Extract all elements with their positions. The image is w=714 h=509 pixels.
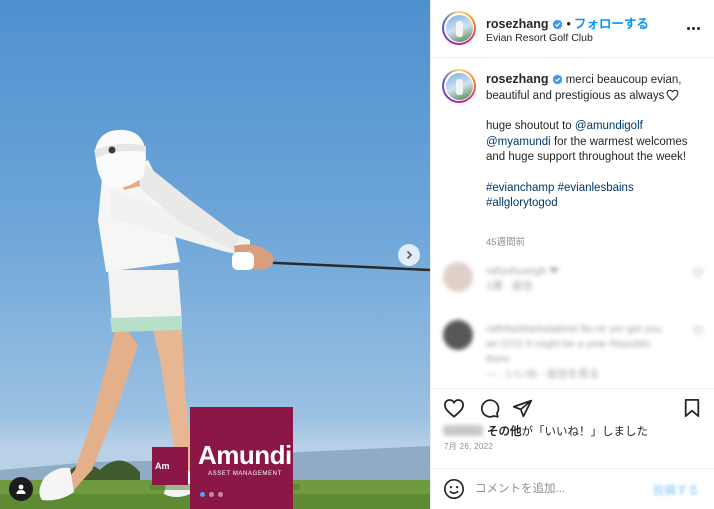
send-icon bbox=[512, 399, 532, 417]
hashtag-allglorytogod[interactable]: #allglorytogod bbox=[486, 197, 558, 209]
sponsor-brand: Amundi bbox=[198, 440, 292, 470]
more-options-button[interactable] bbox=[683, 18, 703, 38]
mention-amundigolf[interactable]: @amundigolf bbox=[575, 120, 643, 132]
comment-item[interactable]: rafiyohuangh ❤ 1週 · 返信 bbox=[431, 258, 714, 304]
tagged-users-button[interactable] bbox=[9, 477, 33, 501]
small-sign-text: Am bbox=[155, 461, 170, 471]
mention-myamundi[interactable]: @myamundi bbox=[486, 136, 551, 148]
comment-meta: — · いいね · 返信を見る bbox=[486, 368, 600, 380]
more-dots-icon bbox=[686, 26, 690, 30]
sponsor-subtitle: ASSET MANAGEMENT bbox=[208, 471, 282, 477]
post-comment-button[interactable]: 投稿する bbox=[653, 482, 699, 498]
header-separator: • bbox=[566, 17, 571, 31]
post-side-panel: rosezhang • フォローする Evian Resort Golf Club … bbox=[430, 0, 714, 509]
verified-badge-icon bbox=[552, 74, 562, 85]
commenter-avatar[interactable] bbox=[443, 262, 473, 292]
post-header: rosezhang • フォローする Evian Resort Golf Club bbox=[431, 0, 714, 58]
hashtag-evianchamp[interactable]: #evianchamp bbox=[486, 182, 554, 194]
likes-others-link[interactable]: その他 bbox=[487, 426, 522, 438]
bookmark-icon bbox=[684, 399, 700, 417]
heart-icon bbox=[443, 399, 465, 418]
comment-input[interactable] bbox=[475, 478, 645, 500]
save-button[interactable] bbox=[679, 395, 705, 421]
carousel-dot bbox=[209, 492, 214, 497]
post-date: 7月 26, 2022 bbox=[444, 442, 494, 451]
caption-time-ago: 45週間前 bbox=[486, 237, 526, 248]
small-sponsor-board: Am bbox=[152, 447, 188, 485]
likes-summary: その他が「いいね！」しました bbox=[443, 423, 648, 439]
emoji-icon[interactable] bbox=[443, 478, 465, 500]
verified-badge-icon bbox=[552, 19, 562, 30]
location-link[interactable]: Evian Resort Golf Club bbox=[486, 32, 593, 44]
comments-scroll-area[interactable]: rosezhang merci beaucoup evian, beautifu… bbox=[431, 58, 714, 388]
comment-composer: 投稿する bbox=[431, 468, 714, 509]
avatar[interactable] bbox=[442, 11, 476, 45]
hashtag-evianlesbains[interactable]: #evianlesbains bbox=[558, 182, 634, 194]
comment-button[interactable] bbox=[476, 395, 502, 421]
comment-like-icon[interactable] bbox=[693, 268, 703, 277]
likes-suffix: が「いいね！」しました bbox=[521, 426, 649, 438]
caption-avatar[interactable] bbox=[442, 69, 476, 103]
liker-name-blurred[interactable] bbox=[443, 425, 483, 436]
share-button[interactable] bbox=[509, 395, 535, 421]
chevron-right-icon bbox=[406, 250, 413, 260]
caption-text: rosezhang merci beaucoup evian, beautifu… bbox=[486, 72, 706, 227]
carousel-dot-active bbox=[200, 492, 205, 497]
heart-outline-icon bbox=[666, 89, 679, 101]
carousel-dots bbox=[200, 492, 223, 497]
follow-button[interactable]: フォローする bbox=[574, 17, 649, 31]
user-icon bbox=[16, 484, 26, 494]
header-username[interactable]: rosezhang bbox=[486, 17, 549, 31]
comment-item[interactable]: raffrttarbtarbalabnet fla nir yer get yo… bbox=[431, 316, 714, 386]
carousel-next-button[interactable] bbox=[398, 244, 420, 266]
caption-username[interactable]: rosezhang bbox=[486, 72, 549, 86]
action-bar: その他が「いいね！」しました 7月 26, 2022 bbox=[431, 388, 714, 451]
comment-text: raffrttarbtarbalabnet fla nir yer get yo… bbox=[486, 323, 662, 365]
like-button[interactable] bbox=[441, 395, 467, 421]
post-photo[interactable]: Am Amundi ASSET MANAGEMENT bbox=[0, 0, 430, 509]
commenter-avatar[interactable] bbox=[443, 320, 473, 350]
comment-meta: 1週 · 返信 bbox=[486, 280, 533, 292]
carousel-dot bbox=[218, 492, 223, 497]
comment-icon bbox=[480, 398, 499, 418]
shoutout-prefix: huge shoutout to bbox=[486, 120, 572, 132]
comment-like-icon[interactable] bbox=[693, 326, 703, 335]
comment-text: rafiyohuangh ❤ bbox=[486, 265, 559, 277]
